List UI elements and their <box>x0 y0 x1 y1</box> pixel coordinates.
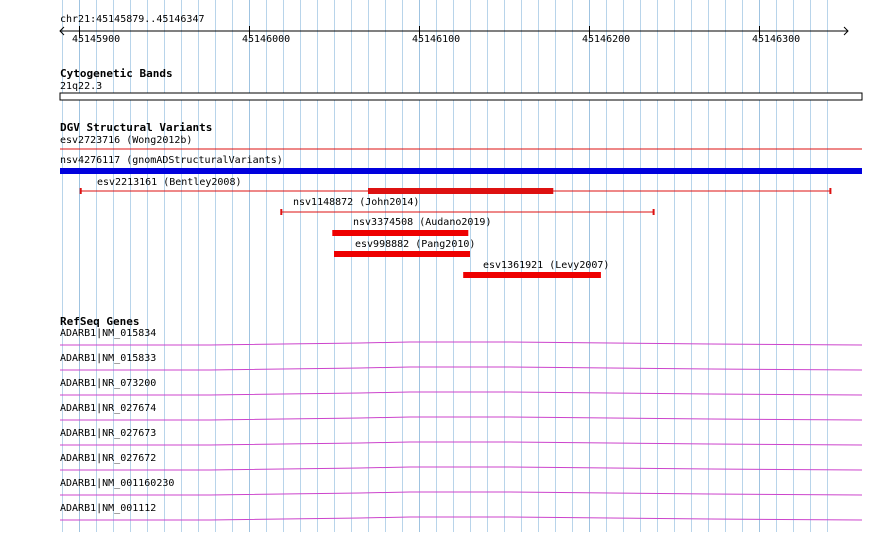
gene-intron-line[interactable] <box>60 466 863 471</box>
ruler-tick-label: 45146100 <box>412 34 461 45</box>
cytoband-feature[interactable] <box>0 92 890 102</box>
cytoband-track-title: Cytogenetic Bands <box>60 67 173 80</box>
ruler-tick-label: 45146200 <box>582 34 631 45</box>
ruler-tick-label: 45146000 <box>242 34 291 45</box>
gene-intron-line[interactable] <box>60 391 863 396</box>
gene-intron-line[interactable] <box>60 416 863 421</box>
gene-intron-line[interactable] <box>60 491 863 496</box>
gene-intron-line[interactable] <box>60 341 863 346</box>
dgv-track-title: DGV Structural Variants <box>60 121 213 134</box>
gene-intron-line[interactable] <box>60 366 863 371</box>
dgv-feature-block[interactable] <box>334 251 470 257</box>
ruler-tick-label: 45145900 <box>72 34 121 45</box>
dgv-feature-block[interactable] <box>368 188 554 194</box>
dgv-feature-bar[interactable] <box>60 168 862 174</box>
refseq-track-title: RefSeq Genes <box>60 315 140 328</box>
dgv-features <box>60 148 862 278</box>
dgv-feature-block[interactable] <box>332 230 469 236</box>
ruler-tick-label: 45146300 <box>752 34 801 45</box>
genome-browser: chr21:45145879..45146347 45145900 451460… <box>0 0 890 532</box>
refseq-features <box>60 341 863 521</box>
gene-intron-line[interactable] <box>60 441 863 446</box>
dgv-feature-block[interactable] <box>463 272 601 278</box>
gene-intron-line[interactable] <box>60 516 863 521</box>
